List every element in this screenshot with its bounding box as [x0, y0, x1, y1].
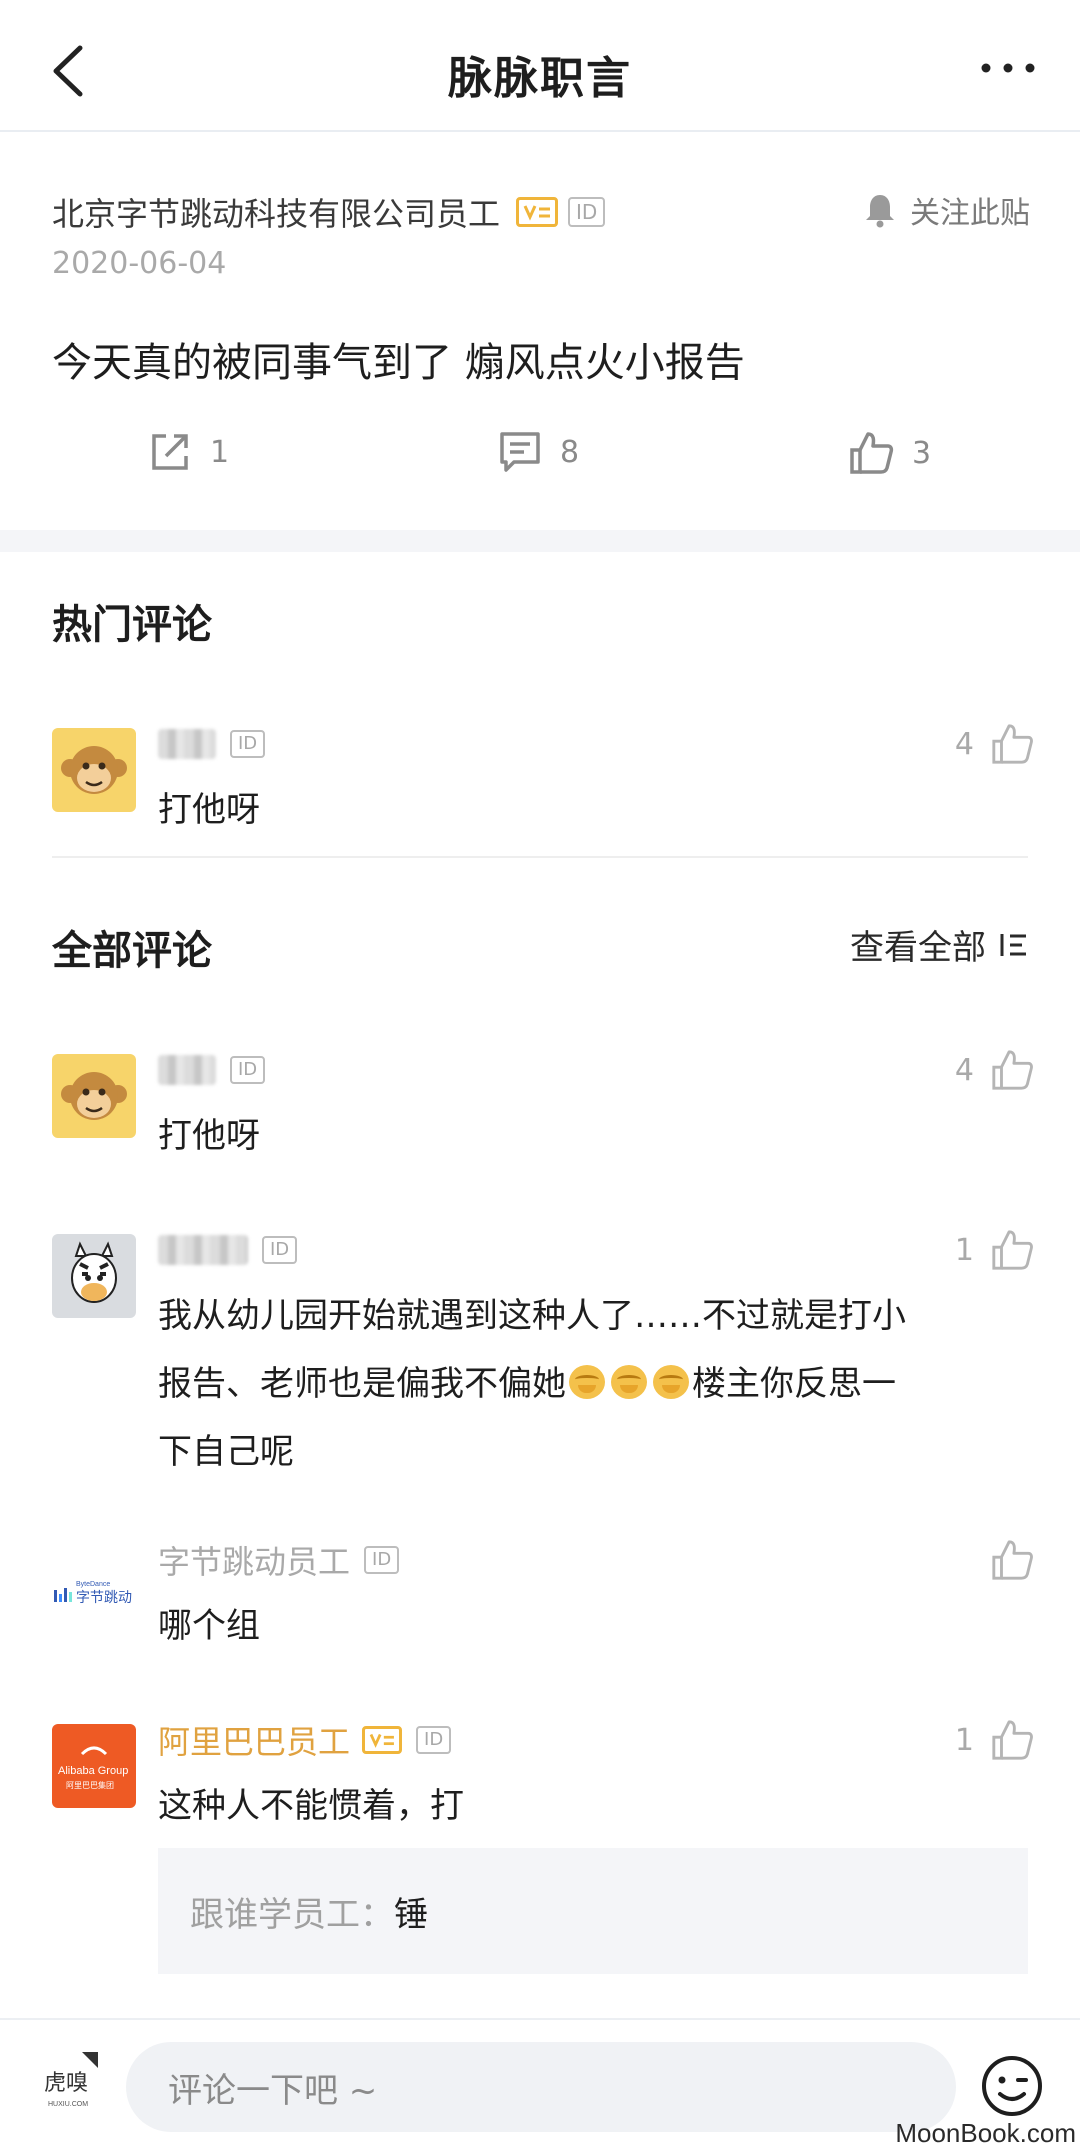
post-card: 北京字节跳动科技有限公司员工 ID 关注此贴 2020-06-04 今天真的被同…	[0, 134, 1080, 530]
avatar[interactable]: Alibaba Group 阿里巴巴集团	[52, 1724, 136, 1808]
svg-text:HUXIU.COM: HUXIU.COM	[48, 2101, 88, 2108]
comment-like-button[interactable]: 4	[955, 1048, 1034, 1092]
comment-text-line: 我从幼儿园开始就遇到这种人了……不过就是打小	[158, 1296, 906, 1336]
bell-icon	[866, 195, 894, 228]
bottom-comment-bar: 虎嗅 HUXIU.COM 评论一下吧 ~ MoonBook.com	[0, 2018, 1080, 2153]
monkey-avatar-icon	[52, 1054, 136, 1138]
all-comments-title: 全部评论	[52, 928, 212, 974]
svg-text:虎嗅: 虎嗅	[44, 2071, 88, 2096]
comment-text: 我从幼儿园开始就遇到这种人了……不过就是打小 报告、老师也是偏我不偏她 楼主你反思…	[158, 1282, 948, 1486]
thumb-up-icon	[992, 1050, 1033, 1090]
post-date: 2020-06-04	[52, 246, 227, 281]
alibaba-logo-icon: Alibaba Group 阿里巴巴集团	[58, 1746, 128, 1790]
comment-author-row: ID	[158, 1234, 298, 1266]
comment-author[interactable]: 阿里巴巴员工	[158, 1717, 350, 1763]
blurred-username	[158, 729, 216, 759]
comment-author-row: 阿里巴巴员工 ID	[158, 1723, 452, 1761]
svg-text:阿里巴巴集团: 阿里巴巴集团	[66, 1780, 114, 1790]
post-actions: 1 8 3	[0, 430, 1080, 500]
comment-like-button[interactable]: 4	[955, 722, 1034, 766]
thumb-up-icon	[992, 724, 1033, 764]
comment-like-count: 1	[954, 1232, 974, 1268]
huxiu-logo-icon: 虎嗅 HUXIU.COM	[40, 2050, 100, 2120]
verified-badge-icon	[362, 1726, 403, 1754]
laugh-emoji-icon	[611, 1365, 647, 1399]
hot-comments-title: 热门评论	[52, 602, 212, 648]
id-badge: ID	[230, 730, 266, 758]
laugh-emoji-icon	[569, 1365, 605, 1399]
emoji-face-icon[interactable]	[980, 2054, 1044, 2118]
blurred-username	[158, 1235, 248, 1265]
comment-author[interactable]: 字节跳动员工	[158, 1537, 350, 1583]
verified-badge-icon	[516, 197, 559, 227]
id-badge: ID	[568, 197, 606, 227]
comment-input[interactable]: 评论一下吧 ~	[126, 2042, 956, 2132]
reply-text: 锤	[394, 1894, 428, 1935]
top-nav: 脉脉职言	[0, 0, 1080, 132]
thumb-up-icon	[992, 1540, 1033, 1580]
follow-label: 关注此贴	[910, 196, 1030, 231]
post-author[interactable]: 北京字节跳动科技有限公司员工	[52, 189, 500, 235]
page-title: 脉脉职言	[448, 53, 632, 104]
divider	[52, 856, 1028, 858]
comment-like-count: 1	[954, 1722, 974, 1758]
watermark: MoonBook.com	[895, 2118, 1076, 2148]
bytedance-logo-icon: ByteDance 字节跳动	[54, 1581, 132, 1606]
comment-text: 打他呀	[158, 790, 260, 830]
comment-like-button[interactable]: 1	[955, 1228, 1034, 1272]
comment-like-button[interactable]	[974, 1538, 1034, 1582]
share-button[interactable]: 1	[148, 430, 229, 474]
section-gap	[0, 530, 1080, 552]
avatar[interactable]	[52, 728, 136, 812]
laugh-emoji-icon	[653, 1365, 689, 1399]
zebra-avatar-icon	[52, 1234, 136, 1318]
comment-like-count: 4	[954, 1052, 974, 1088]
svg-text:Alibaba Group: Alibaba Group	[58, 1765, 128, 1777]
id-badge: ID	[416, 1726, 452, 1754]
comment-count: 8	[560, 434, 580, 470]
comment-text-line: 报告、老师也是偏我不偏她	[158, 1364, 566, 1404]
comment-text-line: 楼主你反思一	[692, 1364, 896, 1404]
share-icon	[152, 434, 188, 470]
svg-text:字节跳动: 字节跳动	[76, 1590, 132, 1606]
comment-author-row: ID	[158, 1054, 266, 1086]
comment-author-row: ID	[158, 728, 266, 760]
post-author-row: 北京字节跳动科技有限公司员工 ID	[52, 189, 606, 235]
id-badge: ID	[262, 1236, 298, 1264]
svg-text:ByteDance: ByteDance	[76, 1581, 110, 1588]
comment-icon	[500, 432, 540, 472]
reply-author: 跟谁学员工：	[190, 1894, 394, 1935]
more-icon[interactable]	[978, 58, 1038, 78]
comment-like-button[interactable]: 1	[955, 1718, 1034, 1762]
share-count: 1	[210, 434, 230, 470]
comment-text: 这种人不能惯着，打	[158, 1786, 464, 1826]
comment-author-row: 字节跳动员工 ID	[158, 1543, 400, 1581]
comment-text: 哪个组	[158, 1606, 260, 1646]
thumb-up-icon	[992, 1720, 1033, 1760]
like-count: 3	[912, 435, 932, 471]
id-badge: ID	[364, 1546, 400, 1574]
avatar[interactable]: ByteDance 字节跳动	[52, 1568, 136, 1616]
avatar[interactable]	[52, 1234, 136, 1318]
blurred-username	[158, 1055, 216, 1085]
reply-preview[interactable]: 跟谁学员工： 锤	[158, 1848, 1028, 1974]
follow-post-button[interactable]: 关注此贴	[864, 188, 1030, 232]
thumb-up-icon	[850, 432, 894, 474]
like-button[interactable]: 3	[848, 430, 931, 476]
thumb-up-icon	[992, 1230, 1033, 1270]
comment-like-count: 4	[954, 726, 974, 762]
list-icon	[1000, 933, 1026, 956]
avatar[interactable]	[52, 1054, 136, 1138]
view-all-button[interactable]: 查看全部	[850, 920, 1030, 969]
view-all-label: 查看全部	[850, 928, 986, 968]
comment-text-line: 下自己呢	[158, 1432, 294, 1472]
monkey-avatar-icon	[52, 728, 136, 812]
id-badge: ID	[230, 1056, 266, 1084]
comment-button[interactable]: 8	[498, 430, 579, 474]
comment-text: 打他呀	[158, 1116, 260, 1156]
comment-input-placeholder: 评论一下吧 ~	[168, 2070, 378, 2111]
post-content: 今天真的被同事气到了 煽风点火小报告	[52, 340, 745, 386]
